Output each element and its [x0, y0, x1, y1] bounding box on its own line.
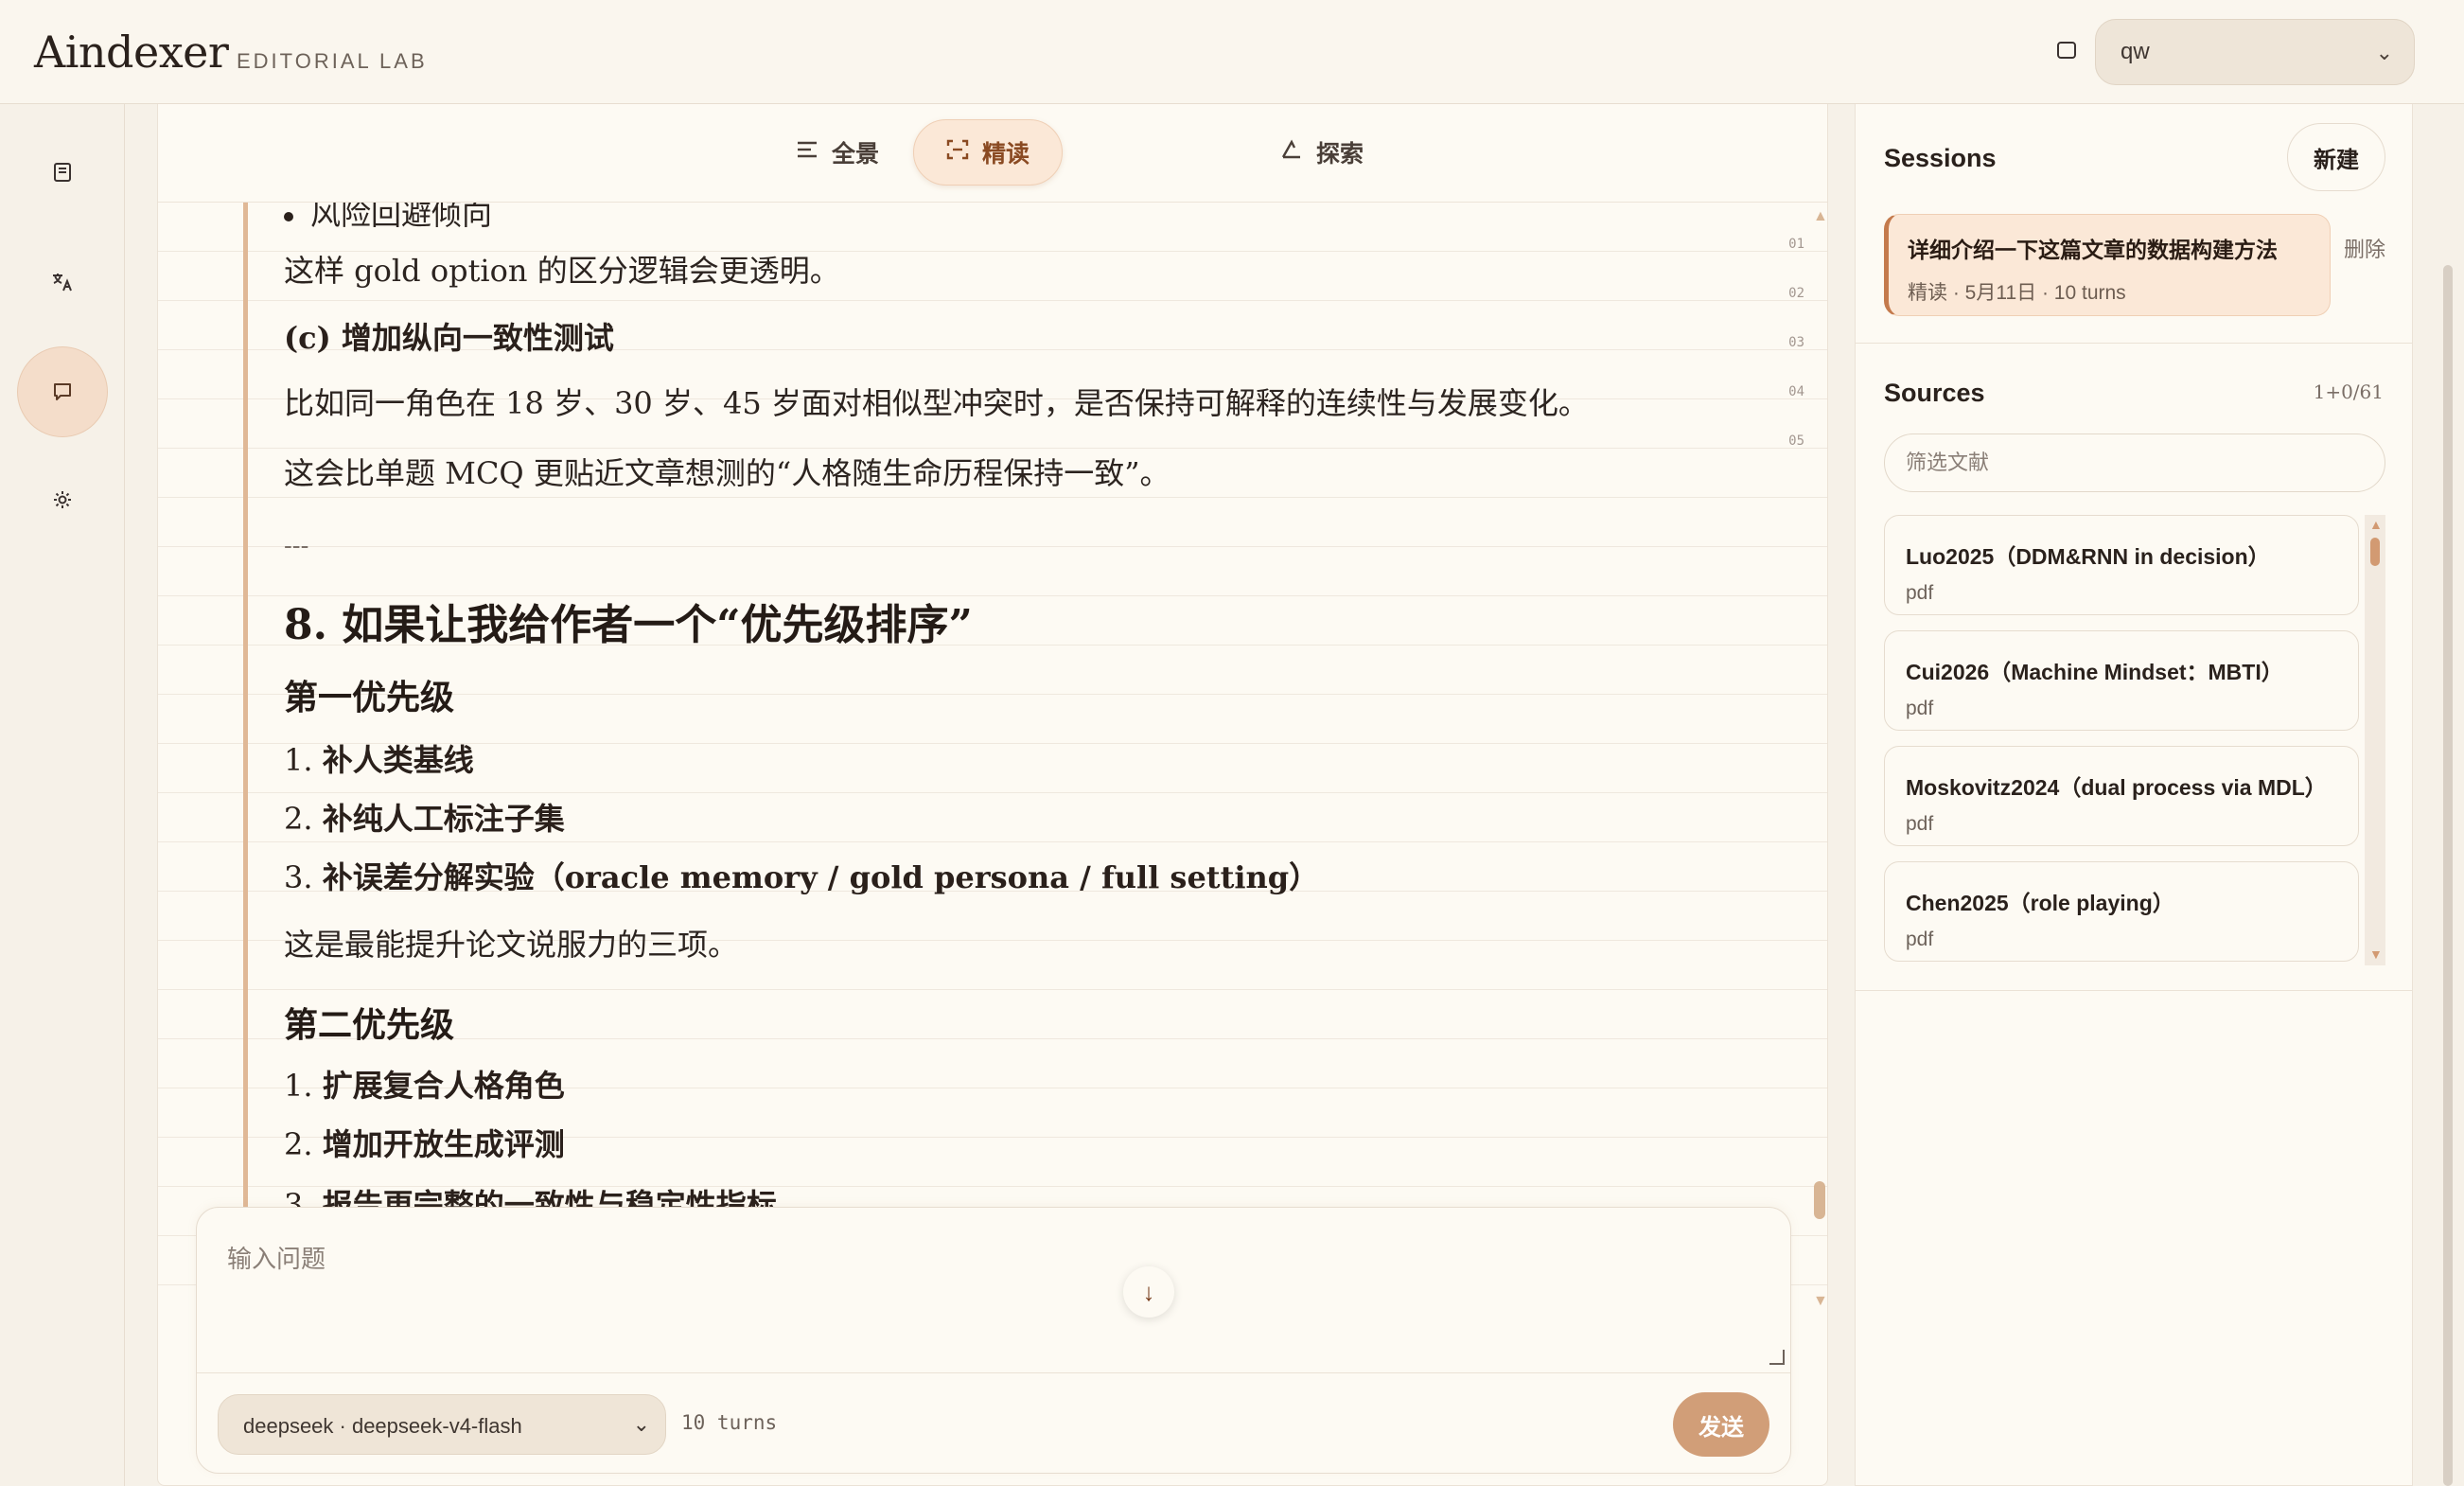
session-item[interactable]: 详细介绍一下这篇文章的数据构建方法 精读 · 5月11日 · 10 turns [1884, 214, 2331, 316]
document-scrollbar[interactable]: ▲ ▼ [1809, 208, 1827, 1311]
divider [1856, 343, 2412, 344]
composer-toolbar: deepseek · deepseek-v4-flash ⌄ 10 turns … [197, 1372, 1790, 1475]
scroll-up-icon[interactable]: ▲ [2369, 517, 2383, 532]
horizontal-rule: --- [284, 532, 309, 560]
composer: deepseek · deepseek-v4-flash ⌄ 10 turns … [196, 1207, 1791, 1474]
main-panel: 全景 精读 探索 风险回避倾向 这样 gold option 的区分逻辑会更透明… [157, 104, 1828, 1486]
scroll-up-icon[interactable]: ▲ [1813, 208, 1827, 225]
left-rail [0, 104, 125, 1486]
list-item: 1. 补人类基线 [284, 742, 474, 778]
scroll-to-bottom-button[interactable]: ↓ [1123, 1266, 1174, 1318]
divider [1856, 990, 2412, 991]
arrow-down-icon: ↓ [1142, 1277, 1155, 1306]
source-title: Cui2026（Machine Mindset：MBTI） [1906, 660, 2283, 684]
model-select[interactable]: deepseek · deepseek-v4-flash ⌄ [218, 1394, 666, 1455]
user-select-value: qw [2121, 39, 2150, 64]
sources-scrollbar[interactable]: ▲ ▼ [2365, 515, 2385, 965]
sources-count: 1+0/61 [2313, 380, 2384, 403]
tab-overview[interactable]: 全景 [764, 119, 911, 186]
source-title: Moskovitz2024（dual process via MDL） [1906, 775, 2327, 800]
send-button[interactable]: 发送 [1673, 1392, 1769, 1457]
source-item[interactable]: Cui2026（Machine Mindset：MBTI） pdf [1884, 630, 2359, 731]
source-title: Chen2025（role playing） [1906, 891, 2174, 915]
section-heading: (c) 增加纵向一致性测试 [284, 320, 614, 356]
document-view: 风险回避倾向 这样 gold option 的区分逻辑会更透明。 (c) 增加纵… [158, 203, 1827, 1310]
list-item: 3. 补误差分解实验（oracle memory / gold persona … [284, 859, 1320, 895]
scroll-down-icon[interactable]: ▼ [1813, 1293, 1827, 1310]
scrollbar-thumb[interactable] [1814, 1181, 1825, 1219]
paragraph: 这样 gold option 的区分逻辑会更透明。 [284, 253, 840, 289]
sources-title: Sources [1884, 379, 1985, 407]
line-number: 04 [1788, 384, 1804, 399]
brand-logo: Aindexer [34, 27, 229, 78]
line-number: 05 [1788, 433, 1804, 449]
source-filter-input[interactable] [1884, 433, 2385, 492]
source-type: pdf [1906, 929, 1934, 950]
line-number: 03 [1788, 335, 1804, 350]
delete-session-button[interactable]: 删除 [2344, 233, 2385, 263]
source-item[interactable]: Luo2025（DDM&RNN in decision） pdf [1884, 515, 2359, 615]
gear-icon[interactable] [17, 454, 108, 545]
page-scrollbar[interactable] [2443, 265, 2456, 1486]
brand-subtitle: EDITORIAL LAB [237, 49, 428, 73]
tab-label: 探索 [1316, 141, 1364, 168]
session-meta: 精读 · 5月11日 · 10 turns [1908, 282, 2126, 304]
source-type: pdf [1906, 582, 1934, 604]
subsection-heading: 第二优先级 [284, 1005, 455, 1045]
source-item[interactable]: Moskovitz2024（dual process via MDL） pdf [1884, 746, 2359, 846]
list-icon [796, 139, 818, 166]
source-item[interactable]: Chen2025（role playing） pdf [1884, 861, 2359, 962]
chevron-down-icon: ⌄ [2375, 41, 2393, 64]
view-tabs: 全景 精读 探索 [158, 104, 1827, 203]
paragraph: 比如同一角色在 18 岁、30 岁、45 岁面对相似型冲突时，是否保持可解释的连… [284, 385, 1589, 421]
book-icon[interactable] [17, 127, 108, 218]
turns-count: 10 turns [681, 1411, 778, 1434]
list-item: 风险回避倾向 [284, 203, 492, 235]
chevron-down-icon: ⌄ [632, 1412, 650, 1436]
source-type: pdf [1906, 813, 1934, 835]
tab-close-reading[interactable]: 精读 [913, 119, 1064, 186]
user-select[interactable]: qw ⌄ [2095, 19, 2415, 85]
section-heading: 8. 如果让我给作者一个“优先级排序” [284, 601, 973, 649]
resize-handle[interactable] [1769, 1350, 1785, 1365]
right-sidebar: Sessions 新建 详细介绍一下这篇文章的数据构建方法 精读 · 5月11日… [1855, 104, 2413, 1486]
scroll-down-icon[interactable]: ▼ [2369, 946, 2383, 962]
subsection-heading: 第一优先级 [284, 678, 455, 717]
focus-icon [946, 139, 969, 167]
paragraph: 这会比单题 MCQ 更贴近文章想测的“人格随生命历程保持一致”。 [284, 455, 1170, 491]
document-content: 风险回避倾向 这样 gold option 的区分逻辑会更透明。 (c) 增加纵… [243, 203, 1719, 1310]
new-session-button[interactable]: 新建 [2287, 123, 2385, 191]
chat-icon[interactable] [17, 346, 108, 437]
list-item: 1. 扩展复合人格角色 [284, 1068, 565, 1104]
source-title: Luo2025（DDM&RNN in decision） [1906, 544, 2270, 569]
scrollbar-thumb[interactable] [2443, 265, 2453, 1486]
list-item: 2. 增加开放生成评测 [284, 1126, 565, 1162]
tab-label: 精读 [982, 141, 1030, 168]
list-item: 2. 补纯人工标注子集 [284, 801, 565, 837]
session-title: 详细介绍一下这篇文章的数据构建方法 [1908, 238, 2278, 262]
model-select-value: deepseek · deepseek-v4-flash [243, 1414, 522, 1438]
line-number: 01 [1788, 237, 1804, 252]
top-bar: Aindexer EDITORIAL LAB qw ⌄ [0, 0, 2464, 104]
translate-icon[interactable] [17, 237, 108, 327]
compass-icon [1280, 138, 1303, 167]
window-icon[interactable] [2057, 42, 2076, 59]
tab-explore[interactable]: 探索 [1248, 119, 1396, 186]
paragraph: 这是最能提升论文说服力的三项。 [284, 927, 739, 963]
tab-label: 全景 [832, 141, 880, 168]
source-type: pdf [1906, 698, 1934, 719]
question-input[interactable] [197, 1208, 1790, 1372]
line-number: 02 [1788, 286, 1804, 301]
sessions-title: Sessions [1884, 144, 1997, 172]
scrollbar-thumb[interactable] [2370, 538, 2380, 566]
